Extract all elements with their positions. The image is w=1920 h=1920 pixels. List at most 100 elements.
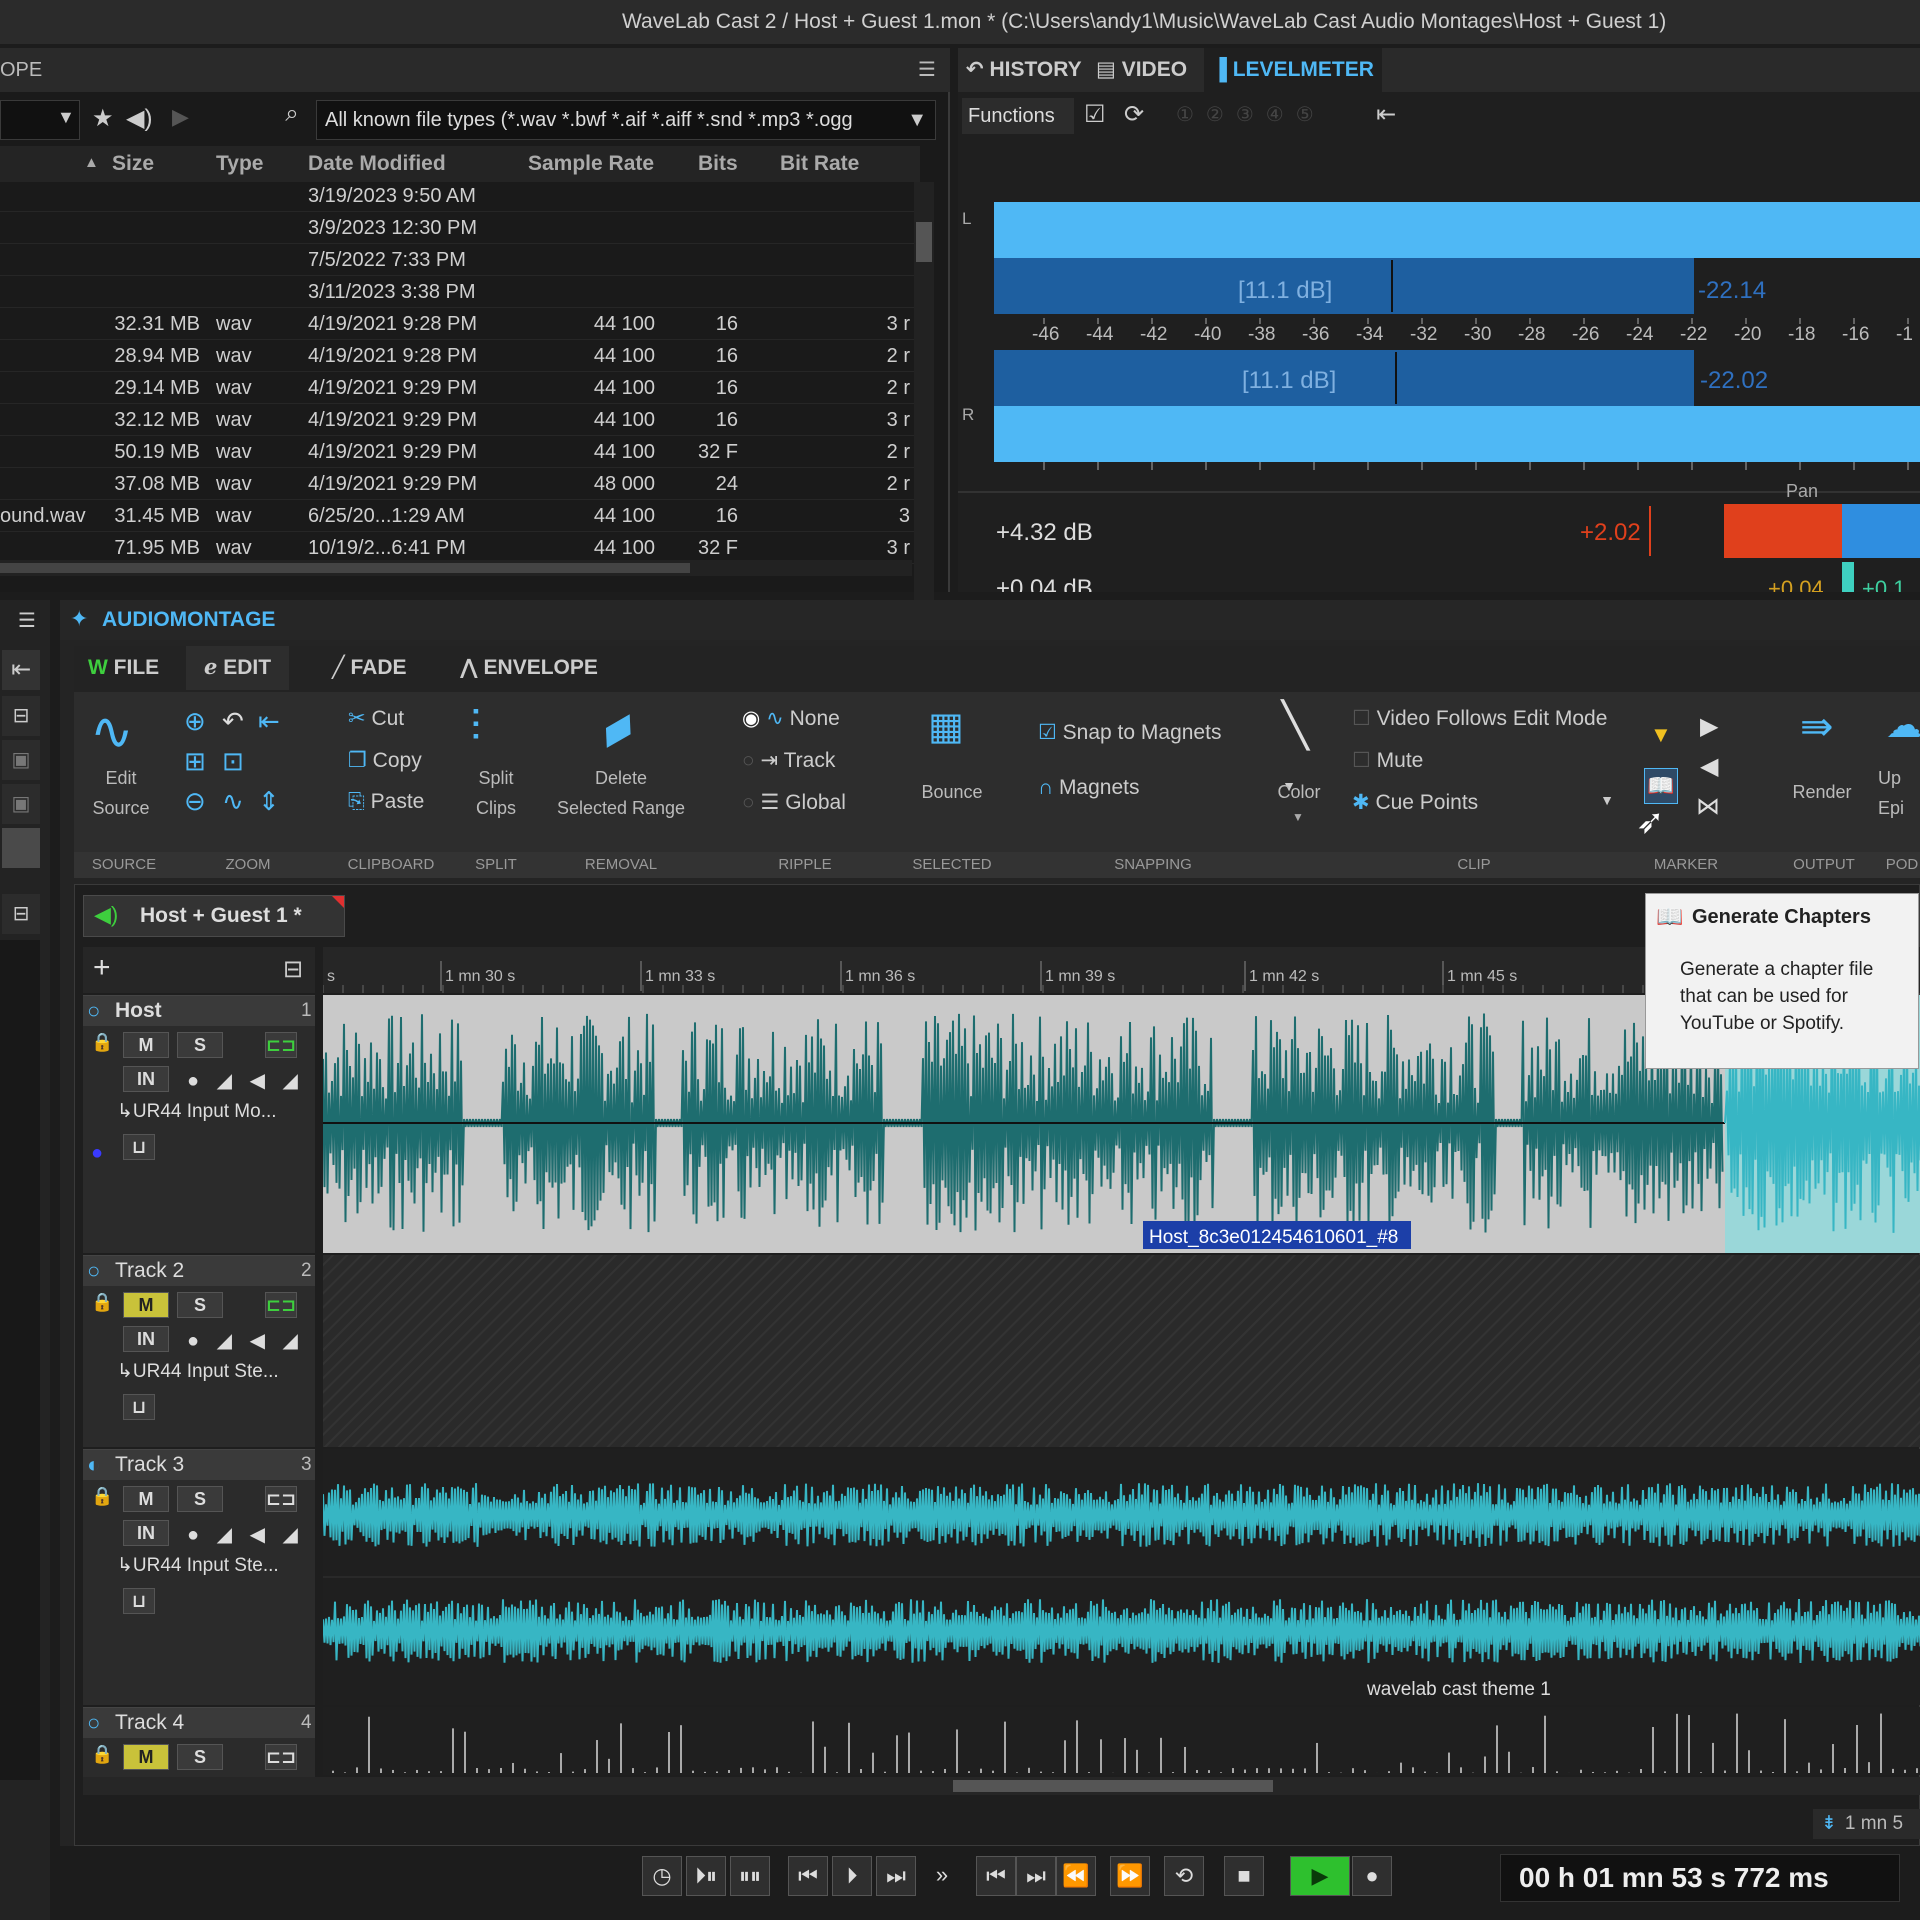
file-row[interactable]: ound.wav 31.45 MB wav 6/25/20...1:29 AM 44 1…: [0, 500, 914, 532]
track-activate-icon[interactable]: ○: [87, 998, 100, 1024]
track-header[interactable]: ○ Track 4 4 🔒 M S ⊏⊐: [83, 1707, 315, 1777]
track-options-icon[interactable]: ⊟: [283, 955, 303, 984]
file-row[interactable]: 32.31 MB wav 4/19/2021 9:28 PM 44 100 16 3 r: [0, 308, 914, 340]
tab-history[interactable]: ↶ HISTORY: [966, 48, 1082, 92]
preset-slots[interactable]: ①②③④⑤: [1176, 102, 1326, 127]
video-follows-edit-checkbox[interactable]: ☐ Video Follows Edit Mode: [1352, 706, 1607, 731]
edit-source-button[interactable]: ∿ Edit Source: [74, 692, 168, 852]
undo-zoom-icon[interactable]: ↶: [222, 706, 244, 737]
file-row[interactable]: 37.08 MB wav 4/19/2021 9:29 PM 48 000 24 2 r: [0, 468, 914, 500]
track-tool-icon[interactable]: ▣: [2, 740, 40, 780]
solo-button[interactable]: S: [177, 1032, 223, 1058]
track-name[interactable]: Host: [115, 996, 162, 1026]
input-monitor-button[interactable]: IN: [123, 1326, 169, 1352]
track-name[interactable]: Track 4: [115, 1708, 184, 1738]
file-row[interactable]: 7/5/2022 7:33 PM: [0, 244, 914, 276]
fx-icon[interactable]: ⊔: [123, 1134, 155, 1160]
fast-forward-icon[interactable]: ⏩: [1110, 1856, 1150, 1896]
play-selection-icon[interactable]: ⏵⏸: [686, 1856, 726, 1896]
bounce-button[interactable]: ▦ Bounce: [896, 692, 1008, 852]
lock-icon[interactable]: 🔒: [91, 1292, 113, 1313]
solo-button[interactable]: S: [177, 1486, 223, 1512]
file-row[interactable]: 3/11/2023 3:38 PM: [0, 276, 914, 308]
col-type[interactable]: Type: [216, 146, 263, 182]
lock-icon[interactable]: 🔒: [91, 1486, 113, 1507]
track-output-icon[interactable]: ⊏⊐: [265, 1292, 297, 1318]
tab-fade[interactable]: ╱ FADE: [332, 646, 407, 690]
color-button[interactable]: ╲ Color ▼: [1264, 692, 1334, 852]
track-name[interactable]: Track 2: [115, 1256, 184, 1286]
lock-icon[interactable]: 🔒: [91, 1744, 113, 1765]
timeline-scrollbar[interactable]: [83, 1777, 1920, 1795]
next-marker-icon[interactable]: ▶: [1700, 712, 1718, 741]
file-type-filter[interactable]: All known file types (*.wav *.bwf *.aif …: [316, 100, 936, 140]
more-icon[interactable]: »: [922, 1856, 962, 1896]
tab-edit[interactable]: ℯ EDIT: [186, 646, 290, 690]
zoom-handle-icon[interactable]: ⇟: [1813, 1813, 1845, 1834]
marker-down-icon[interactable]: ▼: [1650, 722, 1672, 748]
speaker-icon[interactable]: ◀): [126, 104, 152, 133]
file-row[interactable]: 32.12 MB wav 4/19/2021 9:29 PM 44 100 16 3 r: [0, 404, 914, 436]
col-date-modified[interactable]: Date Modified: [308, 146, 446, 182]
next-icon[interactable]: ⏭: [1016, 1856, 1056, 1896]
track-activate-icon[interactable]: ◐: [87, 1452, 100, 1478]
record-arm-icon[interactable]: ● ◢ ◀ ◢: [187, 1522, 304, 1547]
render-button[interactable]: ⇛ Render: [1778, 692, 1866, 852]
functions-menu[interactable]: Functions: [962, 98, 1074, 134]
track-output-icon[interactable]: ⊏⊐: [265, 1032, 297, 1058]
track-output-icon[interactable]: ⊏⊐: [265, 1486, 297, 1512]
to-start-icon[interactable]: ⏮: [788, 1856, 828, 1896]
generate-chapters-button[interactable]: 📖: [1644, 768, 1678, 804]
track-tool-icon[interactable]: ⊟: [2, 696, 40, 736]
panel-menu-icon[interactable]: ☰: [18, 608, 36, 633]
snap-to-magnets-checkbox[interactable]: ☑ Snap to Magnets: [1038, 720, 1221, 745]
track-header[interactable]: ○ Track 2 2 🔒 M S ⊏⊐ IN ● ◢ ◀ ◢ ↳UR44 Input Ste..…: [83, 1255, 315, 1447]
rewind-icon[interactable]: ⏪: [1056, 1856, 1096, 1896]
clock-icon[interactable]: ◷: [642, 1856, 682, 1896]
mute-button[interactable]: M: [123, 1292, 169, 1318]
file-row[interactable]: 28.94 MB wav 4/19/2021 9:28 PM 44 100 16 2 r: [0, 340, 914, 372]
mute-button[interactable]: M: [123, 1486, 169, 1512]
play-icon[interactable]: ▶: [1290, 1856, 1350, 1896]
marker-bounds-icon[interactable]: ⋈: [1696, 792, 1720, 821]
reset-icon[interactable]: ⇤: [1376, 100, 1396, 129]
track-header[interactable]: ◐ Track 3 3 🔒 M S ⊏⊐ IN ● ◢ ◀ ◢ ↳UR44 Input Ste..…: [83, 1449, 315, 1705]
play-from-icon[interactable]: ⏵: [832, 1856, 872, 1896]
track-tool-icon[interactable]: [2, 828, 40, 868]
scrollbar-thumb[interactable]: [953, 1780, 1273, 1792]
zoom-fit-icon[interactable]: ⊞: [184, 746, 206, 777]
folder-combo[interactable]: ▼: [0, 100, 80, 140]
search-icon[interactable]: ⌕: [274, 100, 310, 140]
previous-icon[interactable]: ⏮: [976, 1856, 1016, 1896]
play-icon[interactable]: ▶: [172, 104, 189, 130]
track-output-icon[interactable]: ⊏⊐: [265, 1744, 297, 1770]
scrollbar-thumb[interactable]: [916, 222, 932, 262]
input-monitor-button[interactable]: IN: [123, 1520, 169, 1546]
delete-selected-range-button[interactable]: ▰ Delete Selected Range: [548, 692, 694, 852]
tab-video[interactable]: ▤ VIDEO: [1096, 48, 1187, 92]
copy-button[interactable]: ❐ Copy: [348, 748, 422, 773]
cue-points-dropdown[interactable]: ✱ Cue Points ▼: [1352, 790, 1614, 815]
file-row[interactable]: 3/9/2023 12:30 PM: [0, 212, 914, 244]
zoom-vertical-icon[interactable]: ⇕: [258, 786, 280, 817]
zoom-out-icon[interactable]: ⊖: [184, 786, 206, 817]
track-lanes[interactable]: Host_8c3e012454610601_#8wavelab cast the…: [323, 995, 1920, 1775]
document-tab[interactable]: ◀) Host + Guest 1 *: [83, 895, 345, 937]
solo-button[interactable]: S: [177, 1744, 223, 1770]
panel-menu-icon[interactable]: ☰: [918, 48, 936, 92]
lock-icon[interactable]: 🔒: [91, 1032, 113, 1053]
col-size[interactable]: Size: [112, 146, 154, 182]
tab-file[interactable]: W FILE: [88, 646, 159, 690]
file-row[interactable]: 3/19/2023 9:50 AM: [0, 180, 914, 212]
time-display[interactable]: 00 h 01 mn 53 s 772 ms: [1500, 1854, 1900, 1902]
record-icon[interactable]: ●: [1352, 1856, 1392, 1896]
track-activate-icon[interactable]: ○: [87, 1258, 100, 1284]
scrollbar-thumb[interactable]: [0, 563, 690, 573]
tab-envelope[interactable]: ⋀ ENVELOPE: [460, 646, 598, 690]
track-name[interactable]: Track 3: [115, 1450, 184, 1480]
paste-button[interactable]: ⎘ Paste: [348, 790, 424, 814]
input-monitor-button[interactable]: IN: [123, 1066, 169, 1092]
file-row[interactable]: 29.14 MB wav 4/19/2021 9:29 PM 44 100 16 2 r: [0, 372, 914, 404]
ripple-none-radio[interactable]: ◉ ∿ None: [742, 706, 840, 731]
track-header[interactable]: ○ Host 1 🔒 M S ⊏⊐ IN ● ◢ ◀ ◢ ↳UR44 Input Mo... ⊔ ●: [83, 995, 315, 1253]
